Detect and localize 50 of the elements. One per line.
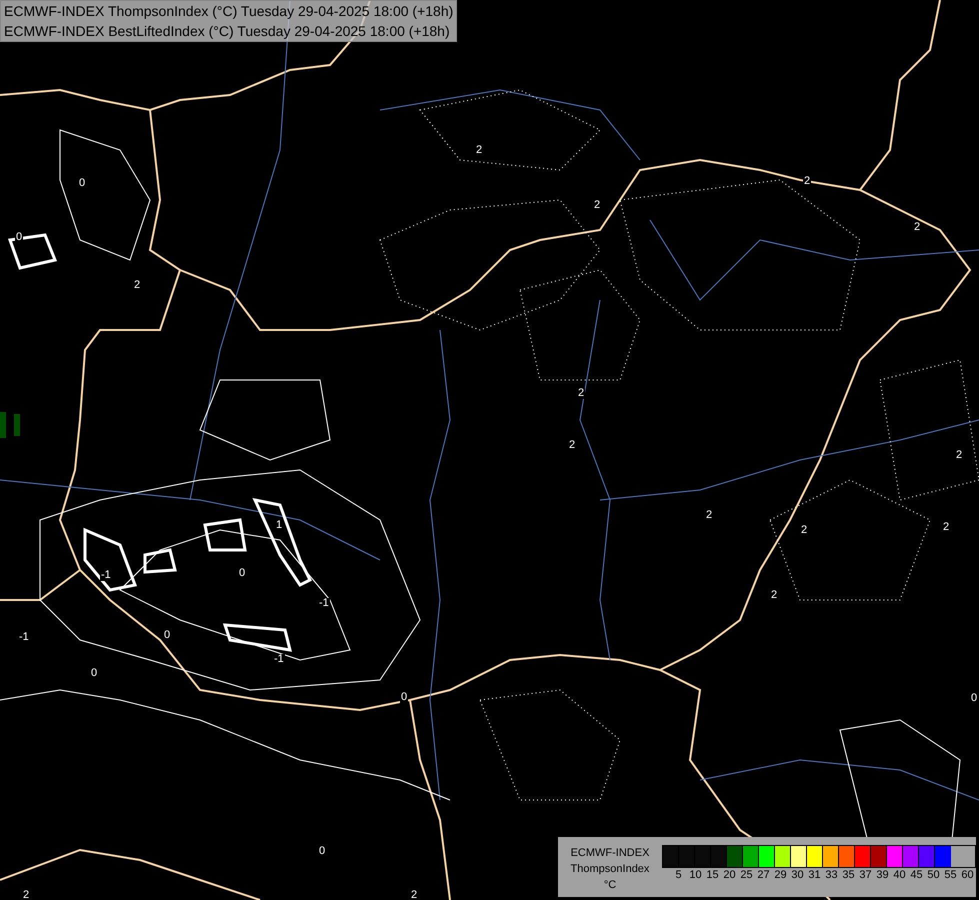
contour-label: 2 [800, 525, 808, 536]
scale-tick-label: 37 [858, 868, 873, 882]
contour-label: 0 [163, 630, 172, 641]
contour-label: 2 [593, 200, 602, 211]
contour-label: 2 [568, 440, 576, 451]
contour-label: 2 [22, 890, 30, 900]
contour-label: 0 [970, 693, 978, 704]
scale-tick-label: 40 [892, 868, 907, 882]
scale-tick-label: 33 [824, 868, 839, 882]
scale-tick-label: 35 [841, 868, 856, 882]
scale-tick-label: 15 [705, 868, 720, 882]
contour-label: -1 [318, 598, 330, 609]
contour-label: -1 [100, 570, 112, 581]
contour-label: 2 [705, 510, 714, 521]
contour-label: 0 [90, 668, 98, 679]
contour-label: 2 [913, 222, 922, 233]
contour-label: -1 [273, 654, 285, 665]
legend-title: ThompsonIndex [570, 862, 650, 877]
map-title: ECMWF-INDEX ThompsonIndex (°C) Tuesday 29-04-2025 18:00 (+18h) [4, 2, 454, 21]
scale-tick-label: 29 [773, 868, 788, 882]
scale-tick-label: 55 [943, 868, 958, 882]
contour-label: 0 [318, 846, 326, 857]
contour-label: 2 [475, 145, 484, 156]
scale-tick-label: 60 [960, 868, 975, 882]
scale-tick-label: 25 [739, 868, 754, 882]
contour-label: 2 [942, 522, 950, 533]
contour-label: 0 [15, 232, 24, 243]
scale-tick-label: 45 [909, 868, 924, 882]
scale-tick-label: 5 [674, 868, 683, 882]
scale-tick-label: 50 [926, 868, 941, 882]
scale-tick-label: 10 [688, 868, 703, 882]
legend-title: ECMWF-INDEX [570, 846, 650, 861]
contour-label: 2 [577, 388, 586, 399]
legend-title: °C [604, 878, 616, 893]
scale-tick-label: 31 [807, 868, 822, 882]
contour-label: 0 [78, 178, 86, 189]
contour-label: 2 [955, 450, 964, 461]
contour-label: 2 [410, 890, 418, 900]
contour-label: 2 [133, 280, 142, 291]
scale-tick-label: 39 [875, 868, 890, 882]
contour-label: 0 [238, 568, 246, 579]
scale-tick-label: 27 [756, 868, 771, 882]
contour-label: 0 [400, 692, 408, 703]
scale-tick-label: 20 [722, 868, 737, 882]
contour-label: 2 [803, 176, 812, 187]
contour-label: 2 [770, 590, 778, 601]
contour-label: -1 [18, 632, 30, 643]
map-title: ECMWF-INDEX BestLiftedIndex (°C) Tuesday 29-04-2025 18:00 (+18h) [4, 22, 451, 41]
scale-tick-label: 30 [790, 868, 805, 882]
contour-label: 1 [275, 520, 284, 531]
